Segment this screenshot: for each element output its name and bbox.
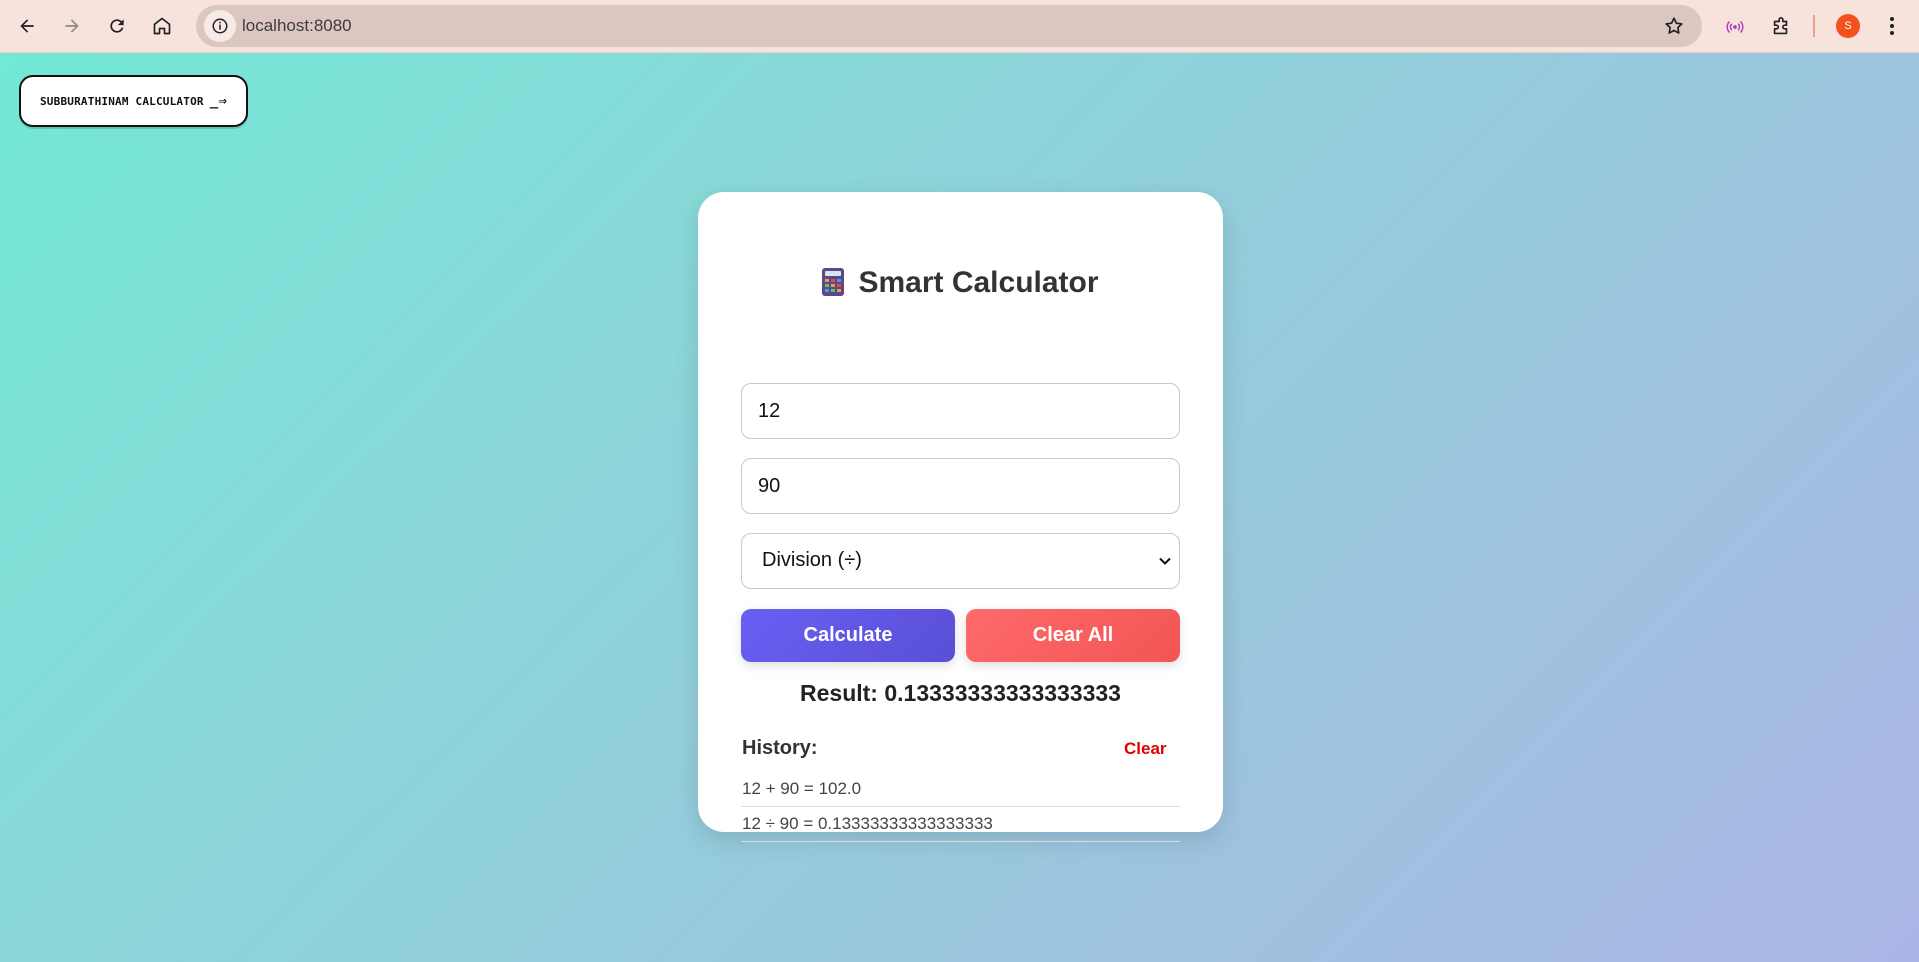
history-item: 12 + 90 = 102.0 [741, 772, 1180, 807]
home-icon[interactable] [144, 8, 180, 44]
history-item: 12 ÷ 90 = 0.13333333333333333 [741, 807, 1180, 842]
chevron-down-icon [1159, 557, 1171, 565]
operation-selected-value: Division (÷) [762, 549, 862, 571]
more-menu-icon[interactable] [1880, 12, 1904, 40]
reload-icon[interactable] [99, 8, 135, 44]
page-background: SUBBURATHINAM CALCULATOR _⇒ Smart Calcul… [0, 53, 1919, 962]
calculator-card: Smart Calculator Division (÷) Calculate … [698, 192, 1223, 842]
profile-avatar[interactable]: S [1836, 14, 1860, 38]
number1-input[interactable] [741, 383, 1180, 439]
title-text: Smart Calculator [858, 266, 1099, 299]
calculate-button[interactable]: Calculate [741, 609, 955, 662]
extensions-puzzle-icon[interactable] [1766, 12, 1796, 42]
bookmark-star-icon[interactable] [1662, 14, 1686, 38]
clear-all-button[interactable]: Clear All [966, 609, 1180, 662]
browser-toolbar: localhost:8080 S [0, 0, 1919, 53]
result-text: Result: 0.13333333333333333 [800, 680, 1121, 706]
history-heading: History: [742, 737, 818, 759]
media-broadcast-icon[interactable] [1720, 12, 1750, 42]
url-text: localhost:8080 [242, 16, 352, 35]
forward-icon[interactable] [54, 8, 90, 44]
back-icon[interactable] [9, 8, 45, 44]
site-info-icon[interactable] [204, 10, 236, 42]
brand-button[interactable]: SUBBURATHINAM CALCULATOR _⇒ [19, 75, 248, 127]
calculator-icon [822, 268, 845, 304]
page-title: Smart Calculator [698, 266, 1223, 304]
address-bar[interactable]: localhost:8080 [196, 5, 1702, 47]
history-list: 12 + 90 = 102.0 12 ÷ 90 = 0.133333333333… [741, 772, 1180, 842]
arrow-icon: _⇒ [209, 93, 227, 109]
brand-button-label: SUBBURATHINAM CALCULATOR [39, 94, 204, 108]
history-clear-button[interactable]: Clear [1124, 739, 1167, 759]
toolbar-divider [1813, 15, 1815, 37]
number2-input[interactable] [741, 458, 1180, 514]
operation-select[interactable]: Division (÷) [741, 533, 1180, 589]
